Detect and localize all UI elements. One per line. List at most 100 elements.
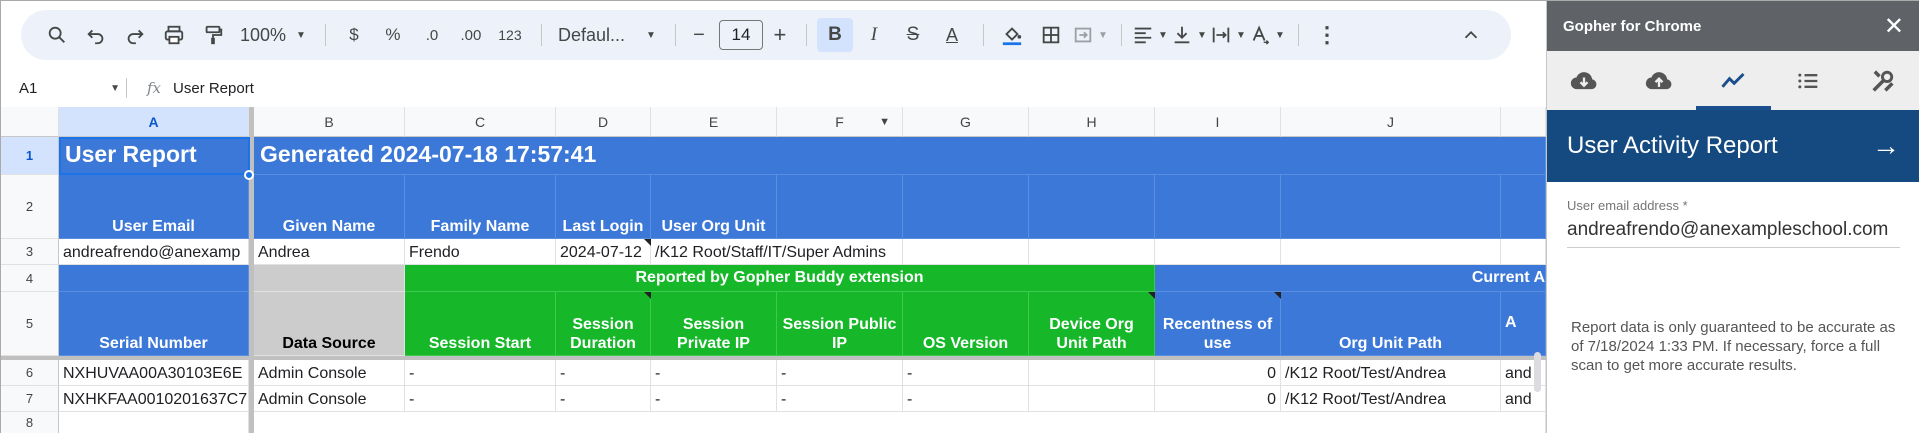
comment-indicator[interactable] [1274,292,1281,299]
header-last-login[interactable]: Last Login [556,175,651,239]
empty-cell[interactable] [1501,239,1546,265]
zoom-select[interactable]: 100% ▼ [234,18,312,52]
header-session-private-ip[interactable]: Session Private IP [651,292,777,356]
cell-user-email[interactable]: andreafrendo@anexamp [59,239,249,265]
cell-session-start[interactable]: - [405,360,556,386]
font-select[interactable]: Defaul... ▼ [552,18,662,52]
column-header-g[interactable]: G [903,107,1029,137]
empty-cell[interactable] [59,265,249,292]
empty-cell[interactable] [59,412,249,433]
comment-indicator[interactable] [644,292,651,299]
cell-data-source[interactable]: Admin Console [254,386,405,412]
cloud-upload-icon[interactable] [1622,51,1697,110]
bold-button[interactable]: B [816,18,853,52]
tools-icon[interactable] [1845,51,1919,110]
row-header-4[interactable]: 4 [1,265,59,292]
cell-b1-generated[interactable]: Generated 2024-07-18 17:57:41 [254,137,1546,175]
empty-cell[interactable] [903,239,1029,265]
cell-device-ou[interactable] [1029,360,1155,386]
merge-cells-icon[interactable]: ▼ [1072,18,1108,52]
empty-cell[interactable] [903,175,1029,239]
select-all-corner[interactable] [1,107,59,137]
cell-family-name[interactable]: Frendo [405,239,556,265]
strikethrough-button[interactable]: S [895,18,931,52]
header-session-public-ip[interactable]: Session Public IP [777,292,903,356]
column-header-c[interactable]: C [405,107,556,137]
print-icon[interactable] [156,18,192,52]
empty-cell[interactable] [1029,175,1155,239]
font-size-input[interactable]: 14 [718,20,763,50]
cell-public-ip[interactable]: - [777,360,903,386]
column-header-j[interactable]: J [1281,107,1501,137]
text-wrapping-icon[interactable]: ▼ [1210,18,1246,52]
cell-given-name[interactable]: Andrea [254,239,405,265]
column-header-f[interactable]: F ▼ [777,107,903,137]
row-header-7[interactable]: 7 [1,386,59,412]
cell-os-version[interactable]: - [903,386,1029,412]
cell-org-unit-path[interactable]: /K12 Root/Test/Andrea [1281,386,1501,412]
cloud-download-icon[interactable] [1547,51,1622,110]
column-header-b[interactable]: B [254,107,405,137]
comment-indicator[interactable] [644,239,651,246]
empty-cell[interactable] [1155,175,1281,239]
cell-user-org-unit[interactable]: /K12 Root/Staff/IT/Super Admins [651,239,903,265]
row-header-3[interactable]: 3 [1,239,59,265]
cell-last-login[interactable]: 2024-07-12 [556,239,651,265]
cell-private-ip[interactable]: - [651,386,777,412]
header-session-duration[interactable]: Session Duration [556,292,651,356]
increase-font-size-button[interactable]: + [767,18,793,52]
row-header-6[interactable]: 6 [1,360,59,386]
frozen-column-line[interactable] [249,107,254,433]
row-header-5[interactable]: 5 [1,292,59,356]
cell-session-duration[interactable]: - [556,360,651,386]
cell-public-ip[interactable]: - [777,386,903,412]
cell-a1-title[interactable]: User Report [59,137,249,175]
cell-private-ip[interactable]: - [651,360,777,386]
vertical-align-icon[interactable]: ▼ [1171,18,1207,52]
header-column-k[interactable]: A [1501,292,1546,356]
selection-handle[interactable] [244,170,254,180]
cell-org-unit-path[interactable]: /K12 Root/Test/Andrea [1281,360,1501,386]
empty-cell[interactable] [777,175,903,239]
currency-format-button[interactable]: $ [336,18,372,52]
vertical-scrollbar[interactable] [1534,352,1541,392]
empty-cell[interactable] [254,265,405,292]
collapse-toolbar-icon[interactable] [1453,18,1489,52]
name-box[interactable]: A1 ▼ [1,80,126,97]
header-given-name[interactable]: Given Name [254,175,405,239]
header-session-start[interactable]: Session Start [405,292,556,356]
cell-recentness[interactable]: 0 [1155,360,1281,386]
text-rotation-icon[interactable]: ▼ [1249,18,1285,52]
header-device-org-unit-path[interactable]: Device Org Unit Path [1029,292,1155,356]
header-user-org-unit[interactable]: User Org Unit [651,175,777,239]
fill-color-icon[interactable] [994,18,1030,52]
cell-device-ou[interactable] [1029,386,1155,412]
column-header-k[interactable] [1501,107,1546,137]
header-serial-number[interactable]: Serial Number [59,292,249,356]
redo-icon[interactable] [117,18,153,52]
empty-cell[interactable] [1281,239,1501,265]
empty-cell[interactable] [254,412,1546,433]
header-recentness-of-use[interactable]: Recentness of use [1155,292,1281,356]
cell-os-version[interactable]: - [903,360,1029,386]
column-header-e[interactable]: E [651,107,777,137]
filter-dropdown-icon[interactable]: ▼ [879,116,890,128]
column-header-h[interactable]: H [1029,107,1155,137]
header-family-name[interactable]: Family Name [405,175,556,239]
header-data-source[interactable]: Data Source [254,292,405,356]
empty-cell[interactable] [1501,175,1546,239]
arrow-right-icon[interactable]: → [1872,130,1900,162]
text-color-button[interactable]: A [934,18,970,52]
cell-session-duration[interactable]: - [556,386,651,412]
activity-chart-icon[interactable] [1696,51,1771,110]
decrease-decimal-button[interactable]: .0 [414,18,450,52]
paint-format-icon[interactable] [195,18,231,52]
column-header-d[interactable]: D [556,107,651,137]
borders-icon[interactable] [1033,18,1069,52]
italic-button[interactable]: I [856,18,892,52]
close-icon[interactable]: ✕ [1884,12,1904,41]
cell-recentness[interactable]: 0 [1155,386,1281,412]
cell-session-start[interactable]: - [405,386,556,412]
formula-input[interactable]: User Report [173,80,254,97]
undo-icon[interactable] [78,18,114,52]
